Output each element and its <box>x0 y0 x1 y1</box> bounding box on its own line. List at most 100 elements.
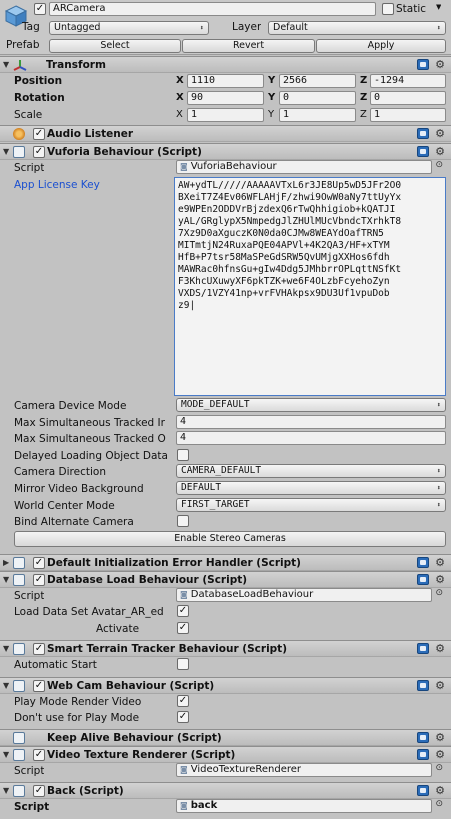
help-book-icon[interactable] <box>417 146 429 157</box>
database-script-field[interactable]: DatabaseLoadBehaviour <box>176 588 432 602</box>
position-y-field[interactable]: 2566 <box>279 74 356 88</box>
play-mode-render-label: Play Mode Render Video <box>14 696 142 708</box>
keep-alive-header[interactable]: Keep Alive Behaviour (Script) ⚙ <box>0 729 451 746</box>
automatic-start-checkbox[interactable] <box>177 658 189 670</box>
help-book-icon[interactable] <box>417 680 429 691</box>
help-book-icon[interactable] <box>417 557 429 568</box>
help-book-icon[interactable] <box>417 59 429 70</box>
back-script-enabled-checkbox[interactable]: ✓ <box>33 785 45 797</box>
activate-checkbox[interactable]: ✓ <box>177 622 189 634</box>
gear-icon[interactable]: ⚙ <box>435 58 445 71</box>
transform-header[interactable]: ▼ Transform ⚙ <box>0 56 451 73</box>
transform-icon <box>13 58 27 75</box>
gear-icon[interactable]: ⚙ <box>435 556 445 569</box>
keep-alive-title: Keep Alive Behaviour (Script) <box>47 732 222 744</box>
scale-z-field[interactable]: 1 <box>370 108 446 122</box>
license-line-last: z9 <box>178 300 190 311</box>
prefab-apply-button[interactable]: Apply <box>316 39 446 53</box>
gear-icon[interactable]: ⚙ <box>435 731 445 744</box>
database-load-enabled-checkbox[interactable]: ✓ <box>33 574 45 586</box>
object-picker-icon[interactable]: ⊙ <box>435 763 443 773</box>
gear-icon[interactable]: ⚙ <box>435 748 445 761</box>
app-license-key-textarea[interactable]: AW+ydTL/////AAAAAVTxL6r3JE8Up5wD5JFr2O0 … <box>174 177 446 396</box>
foldout-arrow-icon[interactable]: ▶ <box>3 558 9 567</box>
max-tracked-objects-field[interactable]: 4 <box>176 431 446 445</box>
foldout-arrow-icon[interactable]: ▼ <box>3 786 9 795</box>
position-z-field[interactable]: -1294 <box>370 74 446 88</box>
rotation-y-field[interactable]: 0 <box>279 91 356 105</box>
max-tracked-images-label: Max Simultaneous Tracked Ir <box>14 417 165 429</box>
database-script-label: Script <box>14 590 45 602</box>
foldout-arrow-icon[interactable]: ▼ <box>3 147 9 156</box>
prefab-select-button[interactable]: Select <box>49 39 181 53</box>
mirror-video-dropdown[interactable]: DEFAULT ⬍ <box>176 481 446 495</box>
audio-listener-header[interactable]: ✓ Audio Listener ⚙ <box>0 125 451 142</box>
load-dataset-checkbox[interactable]: ✓ <box>177 605 189 617</box>
foldout-arrow-icon[interactable]: ▼ <box>3 60 9 69</box>
webcam-enabled-checkbox[interactable]: ✓ <box>33 680 45 692</box>
rotation-z-field[interactable]: 0 <box>370 91 446 105</box>
camera-device-mode-value: MODE_DEFAULT <box>181 399 250 410</box>
app-license-key-label: App License Key <box>14 179 100 191</box>
video-texture-header[interactable]: ▼ ✓ Video Texture Renderer (Script) ⚙ <box>0 746 451 763</box>
smart-terrain-enabled-checkbox[interactable]: ✓ <box>33 643 45 655</box>
active-checkbox[interactable]: ✓ <box>34 3 46 15</box>
position-x-field[interactable]: 1110 <box>187 74 264 88</box>
tag-dropdown[interactable]: Untagged ⬍ <box>49 21 209 35</box>
foldout-arrow-icon[interactable]: ▼ <box>3 575 9 584</box>
foldout-arrow-icon[interactable]: ▼ <box>3 681 9 690</box>
bind-alt-camera-checkbox[interactable] <box>177 515 189 527</box>
scale-x-field[interactable]: 1 <box>187 108 264 122</box>
object-picker-icon[interactable]: ⊙ <box>435 588 443 598</box>
tag-label: Tag <box>22 21 40 33</box>
max-tracked-images-field[interactable]: 4 <box>176 415 446 429</box>
back-script-field[interactable]: back <box>176 799 432 813</box>
audio-listener-enabled-checkbox[interactable]: ✓ <box>33 128 45 140</box>
video-texture-script-field[interactable]: VideoTextureRenderer <box>176 763 432 777</box>
gear-icon[interactable]: ⚙ <box>435 573 445 586</box>
gear-icon[interactable]: ⚙ <box>435 784 445 797</box>
license-line: F3KhcUXuwyXF6pkTZK+we6F4OLzbFcyehoZyn <box>178 276 390 287</box>
gear-icon[interactable]: ⚙ <box>435 679 445 692</box>
smart-terrain-header[interactable]: ▼ ✓ Smart Terrain Tracker Behaviour (Scr… <box>0 640 451 657</box>
delayed-loading-checkbox[interactable] <box>177 449 189 461</box>
foldout-arrow-icon[interactable]: ▼ <box>3 750 9 759</box>
object-name-field[interactable]: ARCamera <box>49 2 376 16</box>
play-mode-render-checkbox[interactable]: ✓ <box>177 695 189 707</box>
enable-stereo-cameras-button[interactable]: Enable Stereo Cameras <box>14 531 446 547</box>
dont-use-play-mode-checkbox[interactable]: ✓ <box>177 711 189 723</box>
webcam-header[interactable]: ▼ ✓ Web Cam Behaviour (Script) ⚙ <box>0 677 451 694</box>
foldout-arrow-icon[interactable]: ▼ <box>3 644 9 653</box>
help-book-icon[interactable] <box>417 785 429 796</box>
vuforia-header[interactable]: ▼ ✓ Vuforia Behaviour (Script) ⚙ <box>0 143 451 160</box>
help-book-icon[interactable] <box>417 643 429 654</box>
camera-device-mode-dropdown[interactable]: MODE_DEFAULT ⬍ <box>176 398 446 412</box>
vuforia-script-field[interactable]: VuforiaBehaviour <box>176 160 432 174</box>
gear-icon[interactable]: ⚙ <box>435 145 445 158</box>
help-book-icon[interactable] <box>417 574 429 585</box>
default-init-enabled-checkbox[interactable]: ✓ <box>33 557 45 569</box>
default-init-header[interactable]: ▶ ✓ Default Initialization Error Handler… <box>0 554 451 571</box>
back-script-header[interactable]: ▼ ✓ Back (Script) ⚙ <box>0 782 451 799</box>
database-load-header[interactable]: ▼ ✓ Database Load Behaviour (Script) ⚙ <box>0 571 451 588</box>
prefab-label: Prefab <box>6 39 40 51</box>
help-book-icon[interactable] <box>417 749 429 760</box>
camera-direction-dropdown[interactable]: CAMERA_DEFAULT ⬍ <box>176 464 446 478</box>
video-texture-script-label: Script <box>14 765 45 777</box>
help-book-icon[interactable] <box>417 128 429 139</box>
position-x-label: X <box>176 75 184 86</box>
gear-icon[interactable]: ⚙ <box>435 127 445 140</box>
static-checkbox[interactable] <box>382 3 394 15</box>
prefab-revert-button[interactable]: Revert <box>182 39 315 53</box>
static-dropdown-arrow-icon[interactable]: ▼ <box>436 3 441 11</box>
scale-y-field[interactable]: 1 <box>279 108 356 122</box>
rotation-x-field[interactable]: 90 <box>187 91 264 105</box>
layer-dropdown[interactable]: Default ⬍ <box>268 21 446 35</box>
gear-icon[interactable]: ⚙ <box>435 642 445 655</box>
world-center-dropdown[interactable]: FIRST_TARGET ⬍ <box>176 498 446 512</box>
video-texture-enabled-checkbox[interactable]: ✓ <box>33 749 45 761</box>
vuforia-enabled-checkbox[interactable]: ✓ <box>33 146 45 158</box>
object-picker-icon[interactable]: ⊙ <box>435 160 443 170</box>
object-picker-icon[interactable]: ⊙ <box>435 799 443 809</box>
help-book-icon[interactable] <box>417 732 429 743</box>
